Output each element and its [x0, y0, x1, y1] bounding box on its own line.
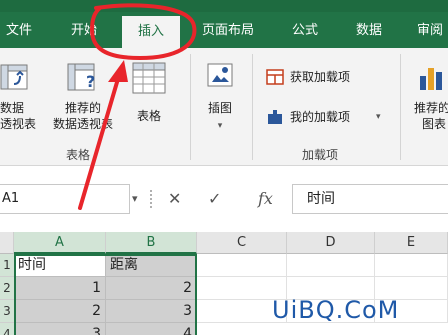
illustrations-dropdown-icon: ▾	[217, 121, 223, 131]
tab-data[interactable]: 数据	[346, 20, 392, 46]
ribbon-insert-panel: 数据 透视表 ? 推荐的 数据透视表 表格 表格 插图 ▾ 获取加载项 我的加载…	[0, 48, 448, 166]
ribbon-tab-bar: 文件 开始 插入 页面布局 公式 数据 审阅	[0, 0, 448, 50]
insert-function-button[interactable]: fx	[258, 184, 273, 214]
recommended-pivot-icon: ?	[67, 63, 95, 91]
cell-a2[interactable]: 1	[14, 277, 106, 300]
illustrations-icon	[207, 63, 233, 87]
table-icon	[132, 62, 166, 94]
row-header-4[interactable]: 4	[0, 323, 14, 335]
tab-formulas[interactable]: 公式	[282, 20, 328, 46]
addins-group-label: 加载项	[302, 148, 339, 162]
group-separator	[400, 54, 401, 160]
tab-review[interactable]: 审阅	[412, 20, 448, 46]
tables-group-label: 表格	[66, 148, 91, 162]
cell-d1[interactable]	[287, 254, 375, 277]
row-header-3[interactable]: 3	[0, 300, 14, 323]
name-box-dropdown-icon[interactable]: ▾	[132, 192, 138, 205]
column-header-a[interactable]: A	[14, 232, 106, 254]
recommended-pivot-label-1: 推荐的	[64, 101, 101, 115]
cell-b1[interactable]: 距离	[106, 254, 197, 277]
formula-input[interactable]: 时间	[292, 184, 448, 214]
column-header-d[interactable]: D	[287, 232, 375, 254]
cell-a4[interactable]: 3	[14, 323, 106, 335]
site-watermark: UiBQ.CoM	[272, 296, 400, 324]
recommended-pivot-label-2: 数据透视表	[52, 117, 113, 131]
select-all-corner[interactable]	[0, 232, 14, 254]
cell-e1[interactable]	[375, 254, 448, 277]
tab-insert[interactable]: 插入	[122, 16, 180, 50]
formula-bar: A1 ▾ ✕ ✓ fx 时间	[0, 184, 448, 218]
cancel-entry-button[interactable]: ✕	[168, 184, 181, 214]
cell-a1[interactable]: 时间	[14, 254, 106, 277]
table-button[interactable]: 表格	[126, 56, 172, 138]
pivot-table-button[interactable]: 数据 透视表	[0, 56, 42, 138]
column-header-e[interactable]: E	[375, 232, 448, 254]
pivot-table-icon	[0, 64, 28, 90]
tab-home[interactable]: 开始	[62, 20, 106, 46]
pivot-table-label-1: 数据	[0, 101, 25, 115]
cell-c1[interactable]	[197, 254, 287, 277]
cell-b3[interactable]: 3	[106, 300, 197, 323]
store-icon	[266, 69, 284, 85]
tab-page-layout[interactable]: 页面布局	[196, 20, 260, 46]
recommended-charts-label-1: 推荐的	[414, 101, 448, 115]
column-header-c[interactable]: C	[197, 232, 287, 254]
name-box[interactable]: A1	[0, 184, 130, 214]
group-separator	[252, 54, 253, 160]
table-label: 表格	[136, 109, 161, 123]
confirm-entry-button[interactable]: ✓	[208, 184, 221, 214]
cell-a3[interactable]: 2	[14, 300, 106, 323]
get-addins-button[interactable]: 获取加载项	[264, 66, 374, 88]
group-separator	[190, 54, 191, 160]
recommended-charts-icon	[420, 68, 442, 90]
my-addins-dropdown-icon: ▾	[376, 112, 381, 122]
row-header-1[interactable]: 1	[0, 254, 14, 277]
my-addins-label: 我的加载项	[290, 110, 351, 124]
addin-icon	[268, 110, 282, 124]
get-addins-label: 获取加载项	[290, 70, 351, 84]
recommended-pivot-button[interactable]: ? 推荐的 数据透视表	[44, 56, 122, 138]
pivot-table-label-2: 透视表	[0, 117, 37, 131]
svg-text:?: ?	[86, 72, 95, 91]
title-strip	[0, 0, 448, 12]
row-header-2[interactable]: 2	[0, 277, 14, 300]
illustrations-button[interactable]: 插图 ▾	[196, 56, 244, 138]
recommended-charts-button[interactable]: 推荐的 图表	[408, 56, 448, 138]
formula-buttons: ✕ ✓ fx	[148, 184, 288, 214]
column-header-b[interactable]: B	[106, 232, 197, 254]
cell-b2[interactable]: 2	[106, 277, 197, 300]
cell-b4[interactable]: 4	[106, 323, 197, 335]
recommended-charts-label-2: 图表	[422, 117, 447, 131]
illustrations-label: 插图	[207, 101, 232, 115]
my-addins-button[interactable]: 我的加载项 ▾	[264, 106, 390, 128]
tab-file[interactable]: 文件	[0, 20, 38, 46]
